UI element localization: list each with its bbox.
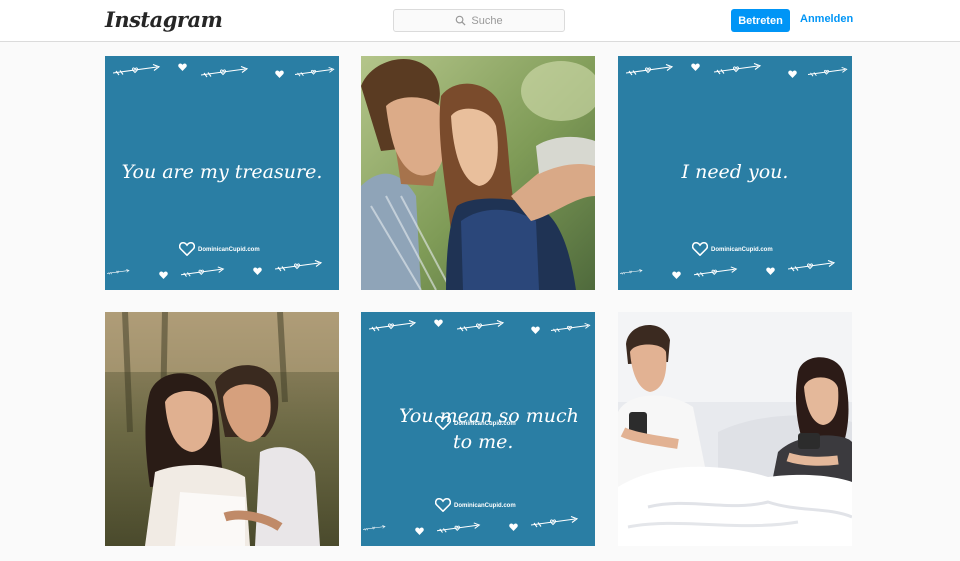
signup-button[interactable]: Betreten [731,9,790,32]
search-box[interactable]: Suche [393,9,565,32]
quote-line: to me. [453,431,513,453]
brand-name: DominicanCupid.com [711,247,773,253]
instagram-logo[interactable]: Instagram [105,7,223,32]
quote-graphic: I need you. DominicanCupid.com [618,56,852,290]
top-navigation-bar: Instagram Suche Betreten Anmelden [0,0,960,42]
post-tile-quote[interactable]: DominicanCupid.com You mean so much to m… [361,312,595,546]
brand-name: DominicanCupid.com [454,503,516,509]
brand-name: DominicanCupid.com [198,247,260,253]
post-tile-quote[interactable]: I need you. DominicanCupid.com [618,56,852,290]
quote-graphic: You are my treasure. DominicanCupid.com [105,56,339,290]
search-placeholder: Suche [471,14,503,27]
search-icon [456,15,466,26]
post-tile-photo[interactable] [618,312,852,546]
wedding-couple-photo [105,312,339,546]
post-tile-photo[interactable] [361,56,595,290]
quote-line: You mean so much [399,405,579,427]
post-tile-quote[interactable]: You are my treasure. DominicanCupid.com [105,56,339,290]
quote-line: I need you. [681,161,789,183]
couple-hugging-photo [361,56,595,290]
login-link[interactable]: Anmelden [800,13,853,25]
quote-line: You are my treasure. [122,161,323,183]
quote-graphic: DominicanCupid.com You mean so much to m… [361,312,595,546]
couple-in-bed-with-phones-photo [618,312,852,546]
post-tile-photo[interactable] [105,312,339,546]
